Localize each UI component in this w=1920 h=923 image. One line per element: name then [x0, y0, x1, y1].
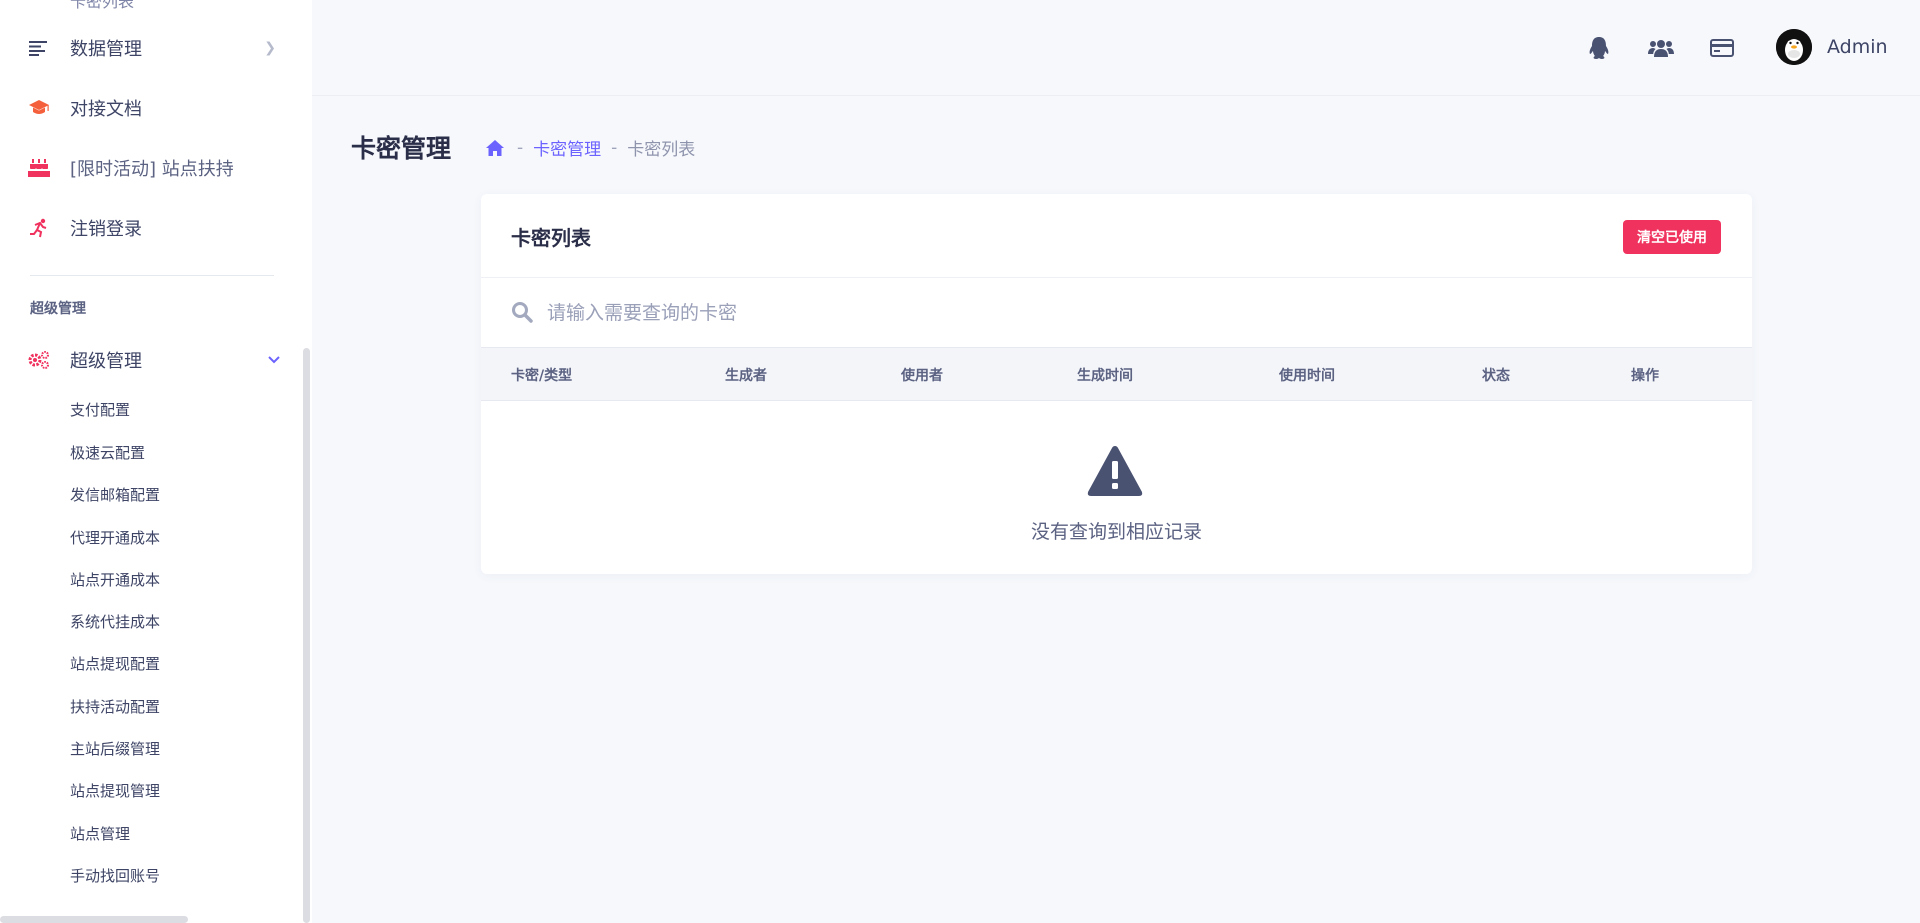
sidebar-sub-item[interactable]: 发信邮箱配置: [70, 484, 160, 505]
sidebar-sub-item[interactable]: 主站后缀管理: [70, 738, 160, 759]
sidebar-sub-item[interactable]: 极速云配置: [70, 442, 145, 463]
sidebar-vertical-scrollbar[interactable]: [303, 348, 310, 923]
card-divider: [481, 277, 1752, 278]
sidebar-sub-item[interactable]: 站点管理: [70, 823, 130, 844]
sidebar-sub-item[interactable]: 扶持活动配置: [70, 696, 160, 717]
breadcrumb-current: 卡密列表: [627, 140, 696, 160]
sidebar-item-super-admin[interactable]: 超级管理: [0, 340, 312, 380]
search-icon: [512, 302, 533, 323]
table-header: 卡密/类型 生成者 使用者 生成时间 使用时间 状态 操作: [481, 347, 1752, 401]
avatar[interactable]: [1776, 29, 1812, 65]
column-header[interactable]: 操作: [1631, 365, 1659, 385]
sidebar-item-label: 注销登录: [70, 219, 142, 240]
sidebar-item-logout[interactable]: 注销登录: [0, 208, 312, 248]
credit-card-icon[interactable]: [1709, 36, 1735, 60]
sidebar-item-label: 数据管理: [70, 39, 142, 60]
column-header[interactable]: 生成者: [725, 365, 767, 385]
sidebar-sub-item[interactable]: 系统代挂成本: [70, 611, 160, 632]
breadcrumb: - 卡密管理 - 卡密列表: [485, 135, 695, 160]
sidebar-item-label: 超级管理: [70, 351, 142, 372]
column-header[interactable]: 生成时间: [1077, 365, 1133, 385]
sidebar-sub-item[interactable]: 站点开通成本: [70, 569, 160, 590]
sidebar-horizontal-scrollbar[interactable]: [0, 916, 188, 923]
running-icon: [28, 217, 50, 239]
sidebar-item-site-support[interactable]: [限时活动] 站点扶持: [0, 148, 312, 188]
qq-icon[interactable]: [1587, 36, 1611, 60]
breadcrumb-link[interactable]: 卡密管理: [533, 135, 601, 160]
clear-used-button[interactable]: 清空已使用: [1623, 220, 1721, 254]
search-input[interactable]: [547, 290, 1727, 336]
column-header[interactable]: 卡密/类型: [511, 365, 572, 385]
sidebar-item-label: 对接文档: [70, 99, 142, 120]
card-title: 卡密列表: [511, 226, 591, 250]
warning-triangle-icon: [1087, 446, 1143, 496]
sidebar: 卡密列表 数据管理 ❯ 对接文档 [限时活动] 站点扶持 注销登录 超级管理 超…: [0, 0, 312, 923]
sidebar-sub-item[interactable]: 代理开通成本: [70, 527, 160, 548]
user-name[interactable]: Admin: [1827, 36, 1888, 58]
top-header: [312, 0, 1920, 96]
gears-icon: [28, 349, 50, 371]
sidebar-sub-item[interactable]: 站点提现管理: [70, 780, 160, 801]
birthday-cake-icon: [28, 157, 50, 179]
chevron-down-icon: [268, 352, 280, 368]
sidebar-sub-item[interactable]: 支付配置: [70, 399, 130, 420]
card-list-panel: 卡密列表 清空已使用 卡密/类型 生成者 使用者 生成时间 使用时间 状态 操作…: [481, 194, 1752, 574]
column-header[interactable]: 使用者: [901, 365, 943, 385]
sidebar-item-data-management[interactable]: 数据管理 ❯: [0, 28, 312, 68]
column-header[interactable]: 使用时间: [1279, 365, 1335, 385]
home-icon[interactable]: [485, 138, 507, 158]
sidebar-sub-item[interactable]: 手动找回账号: [70, 865, 160, 886]
users-icon[interactable]: [1647, 36, 1675, 60]
column-header[interactable]: 状态: [1482, 365, 1510, 385]
sidebar-sub-item[interactable]: 站点提现配置: [70, 653, 160, 674]
sidebar-section-title: 超级管理: [30, 301, 86, 317]
sidebar-divider: [30, 275, 274, 276]
list-icon: [28, 37, 50, 59]
empty-state-text: 没有查询到相应记录: [1030, 521, 1202, 543]
sidebar-item-api-docs[interactable]: 对接文档: [0, 88, 312, 128]
chevron-right-icon: ❯: [264, 40, 276, 56]
breadcrumb-separator: -: [517, 137, 524, 158]
penguin-avatar-icon: [1776, 29, 1812, 65]
page-title: 卡密管理: [351, 134, 452, 163]
sidebar-sub-item-card-list[interactable]: 卡密列表: [70, 0, 134, 12]
graduation-cap-icon: [28, 97, 50, 119]
breadcrumb-separator: -: [611, 137, 618, 158]
sidebar-item-label: [限时活动] 站点扶持: [70, 159, 234, 180]
